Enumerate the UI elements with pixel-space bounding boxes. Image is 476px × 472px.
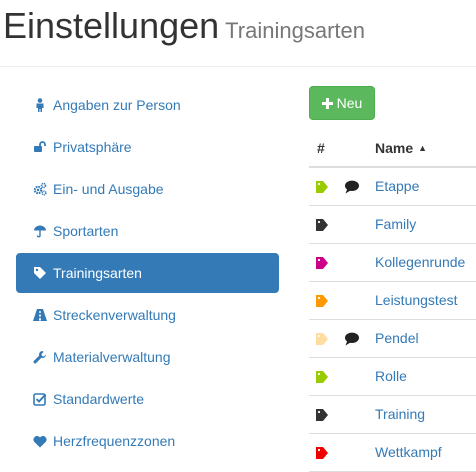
check-square-icon <box>33 392 47 406</box>
table-row: Training <box>309 396 476 434</box>
sidebar-item-ein-und-ausgabe[interactable]: Ein- und Ausgabe <box>16 169 279 209</box>
sort-ascending-icon: ▲ <box>418 143 428 153</box>
umbrella-icon <box>33 224 47 238</box>
page-header: Einstellungen Trainingsarten <box>0 0 476 67</box>
sidebar-item-label: Streckenverwaltung <box>53 307 176 323</box>
new-button[interactable]: Neu <box>309 86 375 120</box>
training-type-name-link[interactable]: Wettkampf <box>375 444 442 460</box>
table-header: # Name ▲ <box>309 128 476 168</box>
comment-icon <box>344 180 360 194</box>
table-row: Wettkampf <box>309 434 476 472</box>
table-row: Etappe <box>309 168 476 206</box>
table-body: Etappe Family Kollegenrunde Leistungstest Pe… <box>309 168 476 472</box>
sidebar-item-label: Materialverwaltung <box>53 349 171 365</box>
training-type-name-link[interactable]: Pendel <box>375 330 419 346</box>
user-icon <box>33 98 47 112</box>
page-title-text: Einstellungen <box>3 5 220 46</box>
sidebar-item-privatsphäre[interactable]: Privatsphäre <box>16 127 279 167</box>
column-header-hash: # <box>317 140 325 156</box>
tag-icon <box>316 408 330 421</box>
settings-sidebar: Angaben zur Person Privatsphäre Ein- und A… <box>16 85 279 463</box>
sidebar-item-label: Angaben zur Person <box>53 97 181 113</box>
tag-icon <box>316 256 330 269</box>
sidebar-item-label: Sportarten <box>53 223 119 239</box>
tag-icon <box>316 180 330 193</box>
table-row: Family <box>309 206 476 244</box>
training-type-name-link[interactable]: Etappe <box>375 178 419 194</box>
tag-icon <box>316 370 330 383</box>
training-type-name-link[interactable]: Training <box>375 406 425 422</box>
sidebar-item-sportarten[interactable]: Sportarten <box>16 211 279 251</box>
page-title: Einstellungen Trainingsarten <box>3 4 365 53</box>
page-subtitle: Trainingsarten <box>225 18 365 43</box>
tag-icon <box>316 446 330 459</box>
sidebar-item-label: Trainingsarten <box>53 265 142 281</box>
tag-icon <box>316 218 330 231</box>
sidebar-item-label: Herzfrequenzzonen <box>53 433 176 449</box>
sidebar-item-herzfrequenzzonen[interactable]: Herzfrequenzzonen <box>16 421 279 461</box>
sidebar-item-label: Ein- und Ausgabe <box>53 181 164 197</box>
sidebar-item-label: Standardwerte <box>53 391 145 407</box>
sidebar-item-streckenverwaltung[interactable]: Streckenverwaltung <box>16 295 279 335</box>
table-row: Kollegenrunde <box>309 244 476 282</box>
heart-icon <box>33 434 47 448</box>
training-type-name-link[interactable]: Leistungstest <box>375 292 458 308</box>
training-types-table: # Name ▲ Etappe Family Kollegenrunde Leistun… <box>309 128 476 472</box>
table-row: Pendel <box>309 320 476 358</box>
sidebar-item-trainingsarten[interactable]: Trainingsarten <box>16 253 279 293</box>
wrench-icon <box>33 350 47 364</box>
training-type-name-link[interactable]: Rolle <box>375 368 407 384</box>
road-icon <box>33 308 47 322</box>
sidebar-item-angaben-zur-person[interactable]: Angaben zur Person <box>16 85 279 125</box>
tag-icon <box>316 294 330 307</box>
table-row: Leistungstest <box>309 282 476 320</box>
sidebar-item-materialverwaltung[interactable]: Materialverwaltung <box>16 337 279 377</box>
column-header-name[interactable]: Name ▲ <box>375 140 427 156</box>
cogs-icon <box>33 182 47 196</box>
new-button-label: Neu <box>336 95 363 111</box>
training-type-name-link[interactable]: Family <box>375 216 416 232</box>
table-row: Rolle <box>309 358 476 396</box>
column-header-name-label: Name <box>375 140 414 156</box>
tag-icon <box>33 266 47 280</box>
tag-icon <box>316 332 330 345</box>
sidebar-item-label: Privatsphäre <box>53 139 132 155</box>
sidebar-item-standardwerte[interactable]: Standardwerte <box>16 379 279 419</box>
unlock-icon <box>33 140 47 154</box>
comment-icon <box>344 332 360 346</box>
plus-icon <box>321 97 333 109</box>
training-type-name-link[interactable]: Kollegenrunde <box>375 254 465 270</box>
